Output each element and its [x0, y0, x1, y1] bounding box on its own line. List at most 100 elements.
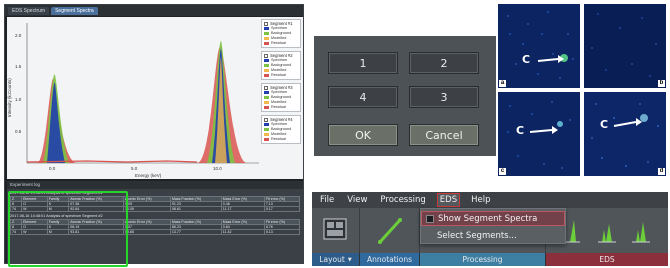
table-cell: 11.42	[220, 229, 265, 235]
table-cell: 0.17	[263, 206, 301, 212]
key-button[interactable]: 1	[328, 52, 398, 74]
y-tick-label: 0.5	[15, 129, 22, 134]
map-noise	[584, 4, 666, 88]
legend-swatch	[264, 32, 269, 35]
eds-dropdown-menu: Show Segment Spectra Select Segments...	[420, 208, 566, 244]
ok-button[interactable]: OK	[328, 124, 398, 146]
checkbox-icon[interactable]	[426, 214, 434, 223]
legend-entry: Residual	[264, 105, 298, 110]
menu-processing[interactable]: Processing	[378, 194, 427, 206]
legend-swatch	[264, 138, 269, 141]
legend-swatch	[264, 101, 269, 104]
y-axis-label: Intensity (k.Counts)	[7, 78, 12, 117]
menu-view[interactable]: View	[345, 194, 369, 206]
legend-swatch	[264, 74, 269, 77]
table-cell: 0.13	[263, 229, 301, 235]
checkbox-icon[interactable]	[264, 53, 268, 58]
map-tag: d	[658, 168, 665, 175]
menu-window: File View Processing EDS Help Layout ▼ A…	[312, 192, 668, 266]
x-tick-label: 0.0	[49, 166, 56, 171]
y-tick-label: 1.5	[15, 64, 22, 69]
table-cell: 10.09	[123, 206, 171, 212]
y-tick-label: 2.0	[15, 33, 22, 38]
chevron-down-icon: ▼	[347, 256, 352, 263]
map-image-c: C c	[498, 92, 580, 176]
map-tag: b	[658, 80, 665, 87]
annotations-group	[360, 208, 420, 253]
spectrum-chart: 2.0 1.5 1.0 0.5 0.0 5.0 10.0 Energy (keV…	[7, 23, 259, 178]
keypad-dialog: 1 2 4 3 OK Cancel	[314, 36, 496, 156]
cancel-button[interactable]: Cancel	[409, 124, 479, 146]
spectrum-window: EDS Spectrum Segment Spectra 2.0 1.5 1.0…	[4, 4, 304, 267]
legend-entry-label: Residual	[271, 105, 286, 109]
legend-box: Segment #3 Spectrum Background Modelled Resi…	[261, 83, 301, 112]
y-tick-label: 1.0	[15, 97, 22, 102]
map-tag: c	[499, 168, 506, 175]
key-button[interactable]: 4	[328, 86, 398, 108]
layout-icon[interactable]	[312, 208, 360, 253]
ribbon-footer: Layout ▼ Annotations Processing EDS	[312, 253, 668, 266]
x-tick-label: 10.0	[213, 166, 222, 171]
legend-entry-label: Residual	[271, 73, 286, 77]
marker-label: C	[600, 118, 609, 131]
legend-entry: Residual	[264, 41, 298, 46]
menu-bar: File View Processing EDS Help	[312, 192, 668, 208]
highlight-box	[8, 191, 128, 267]
map-tag: a	[499, 80, 506, 87]
map-noise	[584, 92, 666, 176]
line-tool-icon[interactable]	[360, 208, 420, 253]
layout-dropdown[interactable]: Layout ▼	[312, 253, 360, 266]
legend-box: Segment #4 Spectrum Background Modelled Resi…	[261, 115, 301, 144]
checkbox-icon[interactable]	[264, 21, 268, 26]
log-header: Experiment log	[7, 181, 303, 189]
x-axis-label: Energy (keV)	[135, 173, 162, 178]
element-maps: C a b C c C d	[498, 4, 666, 176]
tab-eds-spectrum[interactable]: EDS Spectrum	[8, 6, 50, 15]
x-tick-label: 5.0	[131, 166, 138, 171]
legend-swatch	[264, 128, 269, 131]
tab-segment-spectra[interactable]: Segment Spectra	[51, 6, 98, 15]
legend-swatch	[264, 42, 269, 45]
legend-swatch	[264, 27, 269, 30]
dropdown-item-label: Show Segment Spectra	[438, 213, 538, 224]
table-cell: 08.61	[169, 206, 222, 212]
legend-entry-label: Residual	[271, 41, 286, 45]
legend-swatch	[264, 106, 269, 109]
map-image-a: C a	[498, 4, 580, 88]
key-button[interactable]: 2	[409, 52, 479, 74]
legend-entry-label: Residual	[271, 137, 286, 141]
annotations-label: Annotations	[360, 253, 420, 266]
table-cell: 11.17	[220, 206, 265, 212]
marker-label: C	[522, 53, 531, 66]
tab-bar: EDS Spectrum Segment Spectra	[5, 5, 303, 16]
menu-eds[interactable]: EDS	[436, 193, 461, 207]
legend-swatch	[264, 37, 269, 40]
menu-file[interactable]: File	[318, 194, 336, 206]
spectrum-plot: 2.0 1.5 1.0 0.5 0.0 5.0 10.0 Energy (keV…	[7, 17, 303, 179]
eds-label: EDS	[546, 253, 668, 266]
legend-entry: Residual	[264, 137, 298, 142]
key-button[interactable]: 3	[409, 86, 479, 108]
legend-entry: Residual	[264, 73, 298, 78]
map-noise	[498, 4, 580, 88]
select-segments-item[interactable]: Select Segments...	[421, 228, 565, 243]
checkbox-icon[interactable]	[264, 85, 268, 90]
map-noise	[498, 92, 580, 176]
map-image-b: b	[584, 4, 666, 88]
legend-swatch	[264, 96, 269, 99]
table-cell: 09.65	[123, 229, 171, 235]
legend-swatch	[264, 69, 269, 72]
legend-swatch	[264, 64, 269, 67]
table-cell: 13.77	[169, 229, 222, 235]
marker-label: C	[516, 124, 525, 137]
checkbox-icon[interactable]	[264, 117, 268, 122]
processing-label: Processing	[420, 253, 546, 266]
legend-box: Segment #1 Spectrum Background Modelled Resi…	[261, 19, 301, 48]
legend-swatch	[264, 91, 269, 94]
layout-group	[312, 208, 360, 253]
menu-help[interactable]: Help	[469, 194, 492, 206]
dropdown-item-label: Select Segments...	[437, 230, 517, 241]
legend-swatch	[264, 59, 269, 62]
show-segment-spectra-item[interactable]: Show Segment Spectra	[421, 211, 565, 226]
legend-box: Segment #2 Spectrum Background Modelled Resi…	[261, 51, 301, 80]
